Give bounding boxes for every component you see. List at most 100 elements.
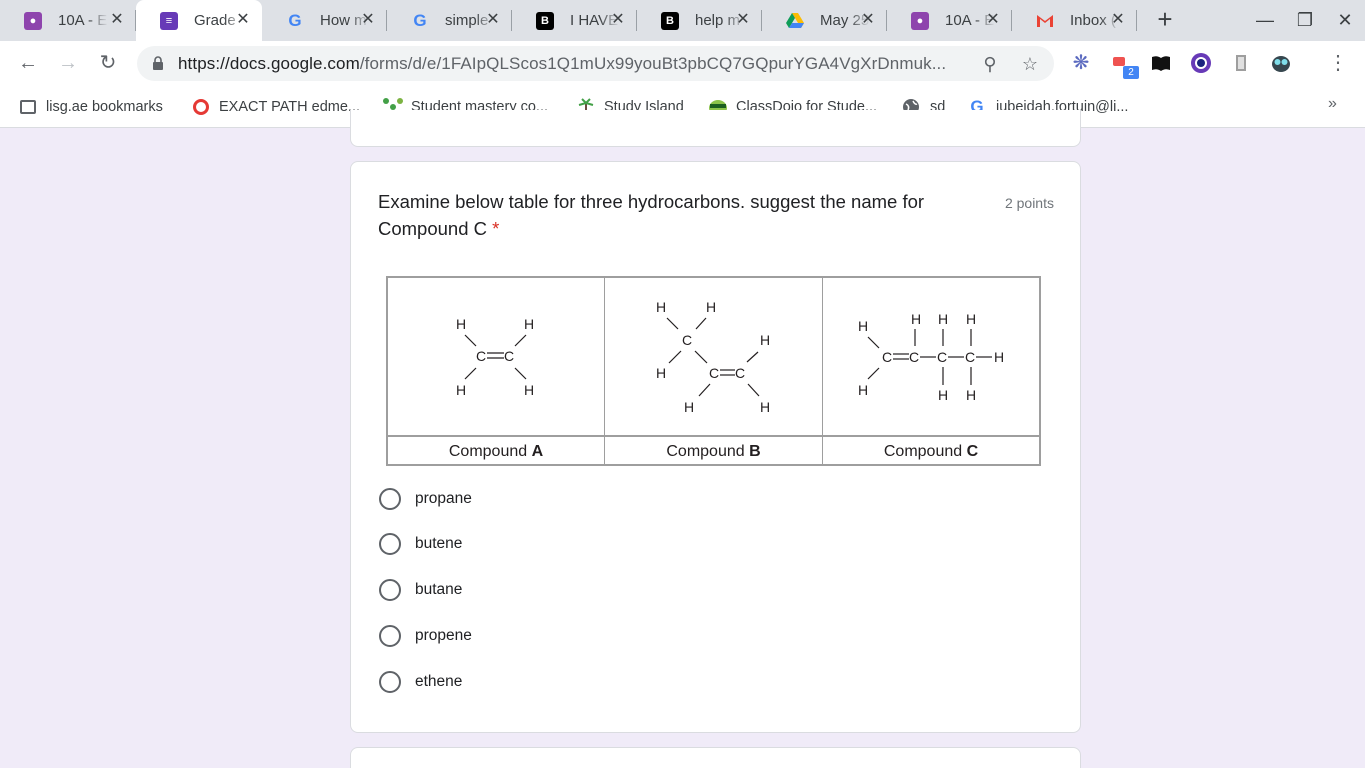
- close-tab-icon[interactable]: ✕: [859, 11, 877, 29]
- compound-a-structure: H H C C H H: [388, 278, 605, 435]
- option-butane[interactable]: butane: [379, 578, 462, 602]
- atom-h: H: [760, 399, 770, 415]
- close-tab-icon[interactable]: ✕: [1109, 11, 1127, 29]
- folder-icon: [20, 100, 36, 114]
- compound-prefix: Compound: [448, 443, 532, 460]
- radio-button[interactable]: [379, 533, 401, 555]
- atom-c: C: [937, 349, 947, 365]
- drive-icon: [786, 12, 804, 30]
- zoom-icon[interactable]: ⚲: [979, 53, 1001, 75]
- atom-h: H: [911, 311, 921, 327]
- bookmark-star-icon[interactable]: ☆: [1019, 53, 1041, 75]
- previous-question-card: [350, 110, 1081, 147]
- owl-icon[interactable]: [1270, 52, 1292, 74]
- more-menu-icon[interactable]: ⋮: [1328, 52, 1348, 74]
- browser-tab[interactable]: ● 10A - E ✕: [887, 0, 1012, 41]
- extension-icon[interactable]: ❋: [1070, 52, 1092, 74]
- more-bookmarks-icon[interactable]: »: [1328, 95, 1337, 113]
- compound-prefix: Compound: [883, 443, 967, 460]
- option-butene[interactable]: butene: [379, 532, 462, 556]
- tab-strip: ● 10A - E ✕ ≡ Grade ✕ G How m ✕ G simple…: [0, 0, 1365, 41]
- google-icon: G: [288, 10, 302, 30]
- atom-h: H: [938, 387, 948, 403]
- compound-letter: C: [966, 443, 979, 460]
- atom-c: C: [965, 349, 975, 365]
- bookmark-item[interactable]: lisg.ae bookmarks: [20, 97, 163, 117]
- tab-title: 10A - E: [58, 12, 108, 29]
- radio-button[interactable]: [379, 488, 401, 510]
- atom-h: H: [706, 299, 716, 315]
- atom-c: C: [735, 365, 745, 381]
- option-propane[interactable]: propane: [379, 487, 472, 511]
- google-icon: G: [413, 10, 427, 30]
- close-tab-icon[interactable]: ✕: [984, 11, 1002, 29]
- close-tab-icon[interactable]: ✕: [234, 11, 252, 29]
- option-propene[interactable]: propene: [379, 624, 472, 648]
- browser-tab[interactable]: May 25 ✕: [762, 0, 887, 41]
- atom-h: H: [938, 311, 948, 327]
- restore-icon[interactable]: ❐: [1294, 9, 1316, 31]
- option-label: ethene: [415, 673, 463, 690]
- atom-c: C: [709, 365, 719, 381]
- forward-icon[interactable]: →: [57, 52, 79, 74]
- gmail-icon: [1036, 12, 1054, 30]
- atom-c: C: [504, 348, 514, 364]
- address-bar[interactable]: https://docs.google.com/forms/d/e/1FAIpQ…: [137, 46, 1054, 81]
- tab-separator: [1136, 10, 1137, 31]
- atom-h: H: [456, 316, 466, 332]
- option-label: butane: [415, 581, 463, 598]
- compound-letter: A: [531, 443, 544, 460]
- atom-h: H: [456, 382, 466, 398]
- atom-h: H: [966, 387, 976, 403]
- browser-tab[interactable]: G How m ✕: [262, 0, 387, 41]
- extension-icon[interactable]: [1230, 52, 1252, 74]
- close-tab-icon[interactable]: ✕: [609, 11, 627, 29]
- browser-toolbar: ← → ↻ https://docs.google.com/forms/d/e/…: [0, 41, 1365, 86]
- close-tab-icon[interactable]: ✕: [108, 11, 126, 29]
- url-text: https://docs.google.com/forms/d/e/1FAIpQ…: [178, 54, 968, 74]
- browser-tab[interactable]: ● 10A - E ✕: [0, 0, 136, 41]
- option-ethene[interactable]: ethene: [379, 670, 462, 694]
- minimize-icon[interactable]: —: [1254, 9, 1276, 31]
- close-window-icon[interactable]: ✕: [1334, 9, 1356, 31]
- option-label: propane: [415, 490, 472, 507]
- atom-h: H: [760, 332, 770, 348]
- browser-tab[interactable]: G simple ✕: [387, 0, 512, 41]
- close-tab-icon[interactable]: ✕: [734, 11, 752, 29]
- book-icon[interactable]: [1150, 52, 1172, 74]
- browser-tab-active[interactable]: ≡ Grade ✕: [136, 0, 262, 41]
- browser-tab[interactable]: B I HAVE ✕: [512, 0, 637, 41]
- atom-h: H: [524, 382, 534, 398]
- brainly-icon: B: [536, 11, 554, 30]
- atom-h: H: [858, 318, 868, 334]
- browser-tab[interactable]: Inbox ( ✕: [1012, 0, 1137, 41]
- radio-button[interactable]: [379, 671, 401, 693]
- url-path: /forms/d/e/1FAIpQLScos1Q1mUx99youBt3pbCQ…: [359, 54, 947, 73]
- atom-h: H: [858, 382, 868, 398]
- exactpath-icon: [193, 99, 209, 115]
- atom-h: H: [994, 349, 1004, 365]
- compound-c-label: Compound C: [823, 437, 1039, 466]
- close-tab-icon[interactable]: ✕: [359, 11, 377, 29]
- bookmark-item[interactable]: EXACT PATH edme...: [193, 97, 360, 117]
- next-question-card: [350, 747, 1081, 768]
- reload-icon[interactable]: ↻: [97, 52, 119, 74]
- back-icon[interactable]: ←: [17, 52, 39, 74]
- atom-c: C: [882, 349, 892, 365]
- new-tab-icon[interactable]: +: [1153, 6, 1177, 32]
- question-points: 2 points: [1004, 195, 1054, 211]
- atom-c: C: [682, 332, 692, 348]
- close-tab-icon[interactable]: ✕: [484, 11, 502, 29]
- browser-tab[interactable]: B help m ✕: [637, 0, 762, 41]
- color-picker-icon[interactable]: [1190, 52, 1212, 74]
- compound-b-structure: H H C H H C C H H: [605, 278, 823, 435]
- atom-h: H: [656, 365, 666, 381]
- bookmark-label: lisg.ae bookmarks: [46, 99, 163, 115]
- bookmark-label: EXACT PATH edme...: [219, 99, 361, 115]
- question-title: Examine below table for three hydrocarbo…: [378, 188, 948, 242]
- url-host: https://docs.google.com: [178, 54, 360, 73]
- radio-button[interactable]: [379, 579, 401, 601]
- atom-h: H: [524, 316, 534, 332]
- atom-h: H: [684, 399, 694, 415]
- radio-button[interactable]: [379, 625, 401, 647]
